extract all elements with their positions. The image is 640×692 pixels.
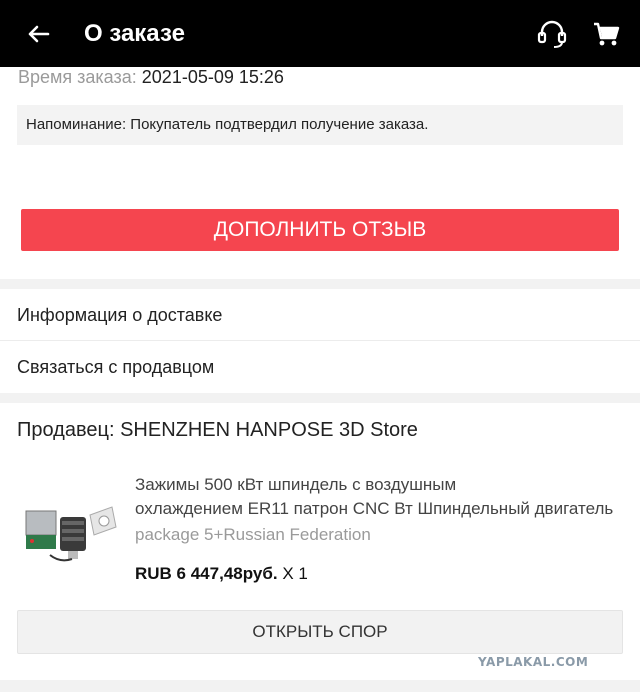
product-price: RUB 6 447,48руб. X 1 <box>135 563 308 585</box>
order-links-section: Информация о доставке Связаться с продав… <box>0 289 640 393</box>
seller-name[interactable]: Продавец: SHENZHEN HANPOSE 3D Store <box>17 417 418 443</box>
headset-icon[interactable] <box>534 16 570 52</box>
order-time-label: Время заказа: <box>18 67 137 87</box>
arrow-left-icon[interactable] <box>22 18 54 50</box>
watermark: YAPLAKAL.COM <box>478 655 589 669</box>
product-name-line2: охлаждением ER11 патрон CNC Вт Шпиндельн… <box>135 499 614 518</box>
order-status-section: Время заказа: 2021-05-09 15:26 Напоминан… <box>0 67 640 279</box>
order-time-value: 2021-05-09 15:26 <box>141 67 284 87</box>
quantity: X 1 <box>282 564 308 583</box>
price-amount: RUB 6 447,48руб. <box>135 564 278 583</box>
cart-icon[interactable] <box>590 18 622 50</box>
spindle-kit-thumbnail[interactable] <box>20 497 120 569</box>
product-name[interactable]: Зажимы 500 кВт шпиндель с воздушным охла… <box>135 473 620 521</box>
product-section: Продавец: SHENZHEN HANPOSE 3D Store Зажи… <box>0 403 640 680</box>
reminder-notice: Напоминание: Покупатель подтвердил получ… <box>17 105 623 145</box>
top-app-bar: О заказе <box>0 0 640 67</box>
product-variant: package 5+Russian Federation <box>135 525 371 544</box>
contact-seller-link[interactable]: Связаться с продавцом <box>0 341 640 393</box>
product-name-line1: Зажимы 500 кВт шпиндель с воздушным <box>135 475 457 494</box>
order-time: Время заказа: 2021-05-09 15:26 <box>18 67 284 87</box>
open-dispute-button[interactable]: ОТКРЫТЬ СПОР <box>17 610 623 654</box>
page-title: О заказе <box>84 20 185 47</box>
add-review-button[interactable]: ДОПОЛНИТЬ ОТЗЫВ <box>21 209 619 251</box>
delivery-info-link[interactable]: Информация о доставке <box>0 289 640 341</box>
